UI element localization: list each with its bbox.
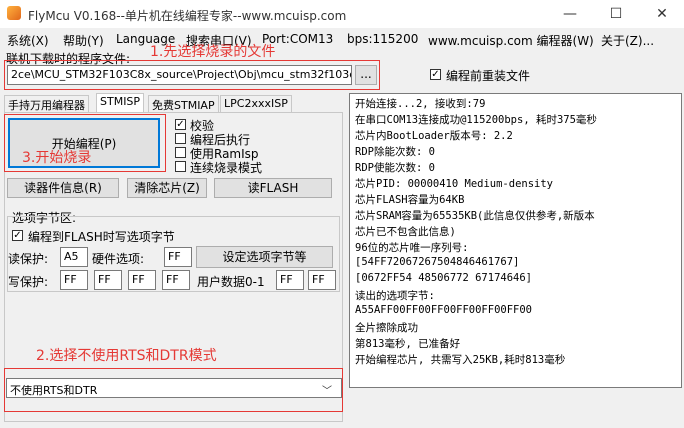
menu-help[interactable]: 帮助(Y) [63,32,104,49]
menu-about[interactable]: 关于(Z)... [601,32,654,49]
log-line: [54FF72067267504846461767] [355,256,520,268]
set-option-button[interactable]: 设定选项字节等 [196,246,333,268]
read-protect-input[interactable]: A5 [60,247,88,267]
read-flash-button[interactable]: 读FLASH [214,178,332,198]
reload-label: 编程前重装文件 [446,69,531,83]
run-after-checkbox[interactable] [175,133,186,144]
read-info-button[interactable]: 读器件信息(R) [7,178,119,198]
wp-input-2[interactable]: FF [94,270,122,290]
hw-option-input[interactable]: FF [164,247,192,267]
ud-input-2[interactable]: FF [308,270,336,290]
annotation-3: 3.开始烧录 [22,150,92,166]
log-line: 第813毫秒, 已准备好 [355,338,461,350]
tab-handheld[interactable]: 手持万用编程器 [4,95,89,112]
wp-input-1[interactable]: FF [60,270,88,290]
app-icon [7,6,21,20]
window-title: FlyMcu V0.168--单片机在线编程专家--www.mcuisp.com [28,9,347,23]
ramisp-checkbox[interactable] [175,147,186,158]
log-line: RDP使能次数: 0 [355,162,435,174]
log-output[interactable]: 开始连接...2, 接收到:79 在串口COM13连接成功@115200bps,… [349,93,682,388]
close-button[interactable]: ✕ [652,4,672,24]
write-option-checkbox[interactable]: ✓ [12,230,23,241]
log-line: 开始连接...2, 接收到:79 [355,98,486,110]
log-line: 开始编程芯片, 共需写入25KB,耗时813毫秒 [355,354,566,366]
maximize-button[interactable]: ☐ [606,4,626,24]
write-option-label: 编程到FLASH时写选项字节 [28,230,175,244]
log-line: 在串口COM13连接成功@115200bps, 耗时375毫秒 [355,114,597,126]
log-line: 读出的选项字节: [355,290,435,302]
browse-button[interactable]: ... [355,65,377,85]
clear-chip-button[interactable]: 清除芯片(Z) [127,178,207,198]
write-protect-label: 写保护: [8,275,49,289]
ud-input-1[interactable]: FF [276,270,304,290]
menu-system[interactable]: 系统(X) [7,32,49,49]
continuous-checkbox[interactable] [175,161,186,172]
dtr-mode-select[interactable]: 不使用RTS和DTR [6,378,342,398]
log-line: RDP除能次数: 0 [355,146,435,158]
tab-stmisp[interactable]: STMISP [96,93,145,113]
log-line: 全片擦除成功 [355,322,418,334]
wp-input-3[interactable]: FF [128,270,156,290]
minimize-button[interactable]: — [560,4,580,24]
verify-checkbox[interactable]: ✓ [175,119,186,130]
reload-checkbox[interactable]: ✓ [430,69,441,80]
annotation-1: 1.先选择烧录的文件 [150,44,276,60]
log-line: 芯片FLASH容量为64KB [355,194,465,206]
tab-lpc2xxx[interactable]: LPC2xxxISP [220,95,292,112]
annotation-2: 2.选择不使用RTS和DTR模式 [36,348,217,364]
log-line: A55AFF00FF00FF00FF00FF00FF00 [355,304,533,316]
log-line: 芯片PID: 00000410 Medium-density [355,178,554,190]
log-line: 芯片已不包含此信息) [355,226,456,238]
log-line: 芯片内BootLoader版本号: 2.2 [355,130,513,142]
tab-stmiap[interactable]: 免费STMIAP [148,95,219,112]
log-line: 96位的芯片唯一序列号: [355,242,469,254]
continuous-label: 连续烧录模式 [190,161,263,175]
wp-input-4[interactable]: FF [162,270,190,290]
log-line: [0672FF54 48506772 67174646] [355,272,533,284]
log-line: 芯片SRAM容量为65535KB(此信息仅供参考,新版本 [355,210,595,222]
user-data-label: 用户数据0-1 [197,275,265,289]
hw-option-label: 硬件选项: [92,252,145,266]
menu-bps[interactable]: bps:115200 [347,32,418,46]
read-protect-label: 读保护: [8,252,49,266]
file-path-input[interactable]: 2ce\MCU_STM32F103C8x_source\Project\Obj\… [7,65,352,85]
menu-programmer[interactable]: www.mcuisp.com 编程器(W) [428,32,594,49]
chevron-down-icon[interactable]: ﹀ [322,382,332,397]
